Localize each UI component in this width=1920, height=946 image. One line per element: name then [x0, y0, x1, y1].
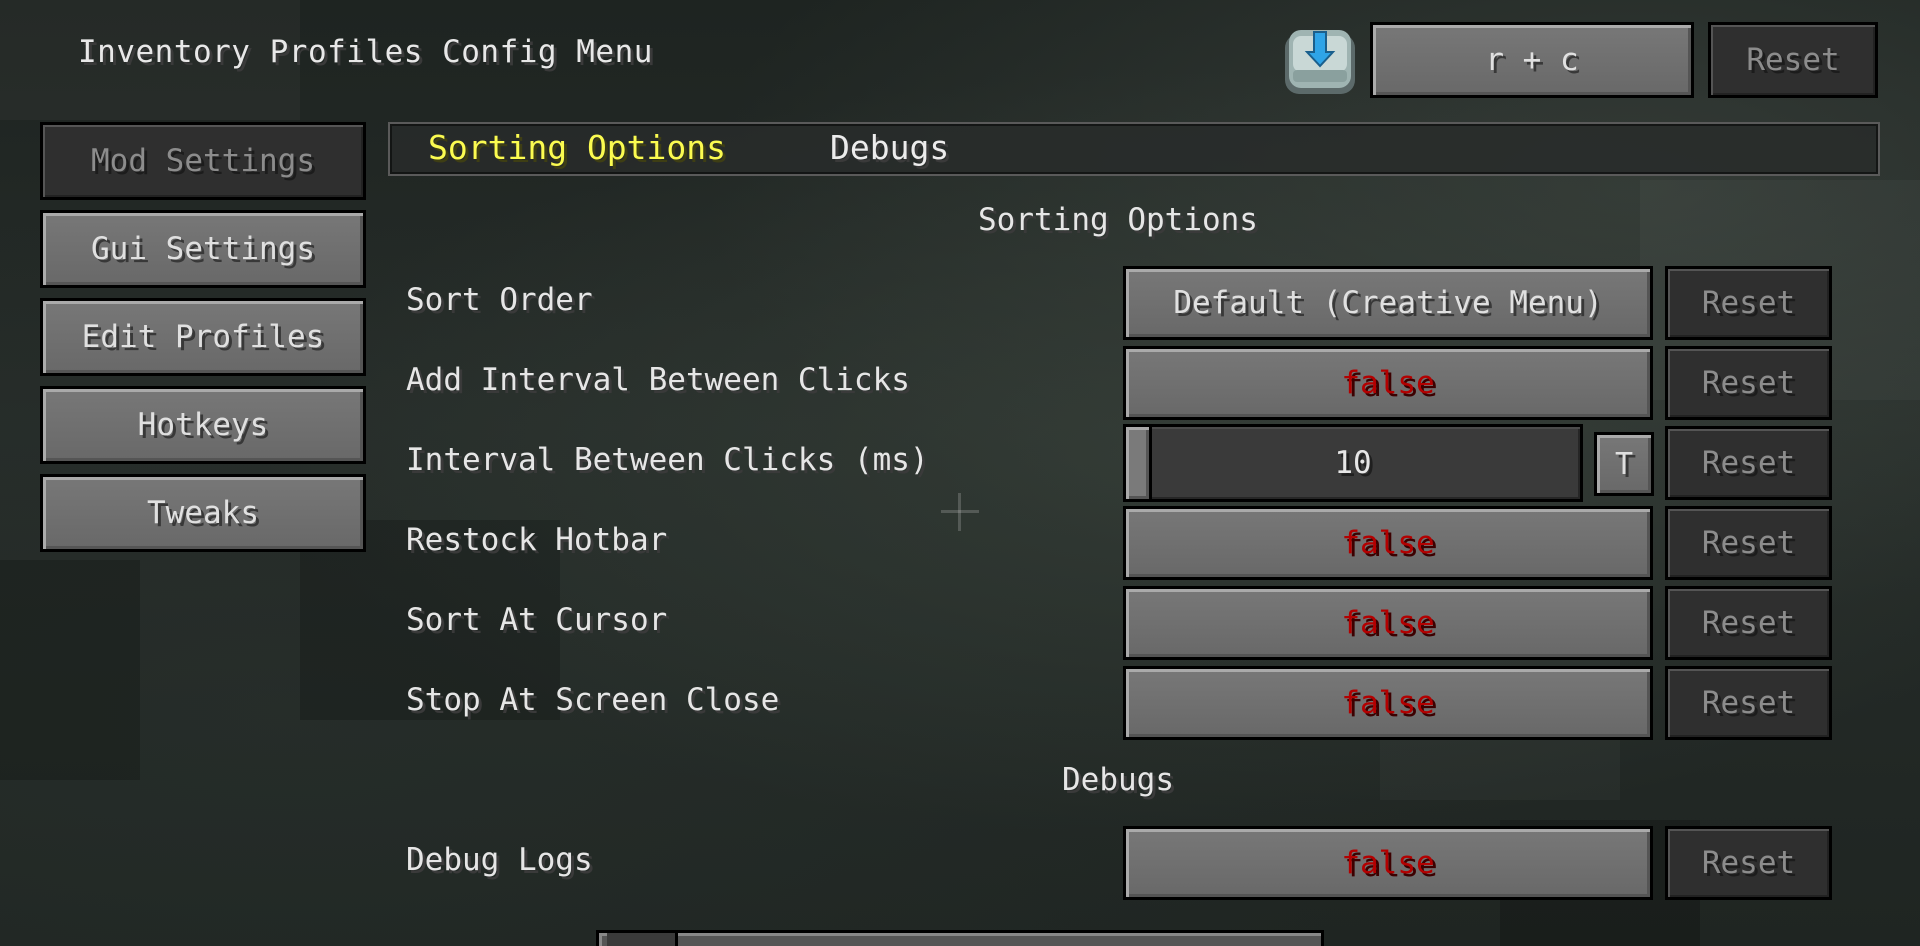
setting-label-interval-ms: Interval Between Clicks (ms) — [406, 442, 929, 478]
sort-order-value: Default (Creative Menu) — [1173, 285, 1603, 321]
keyboard-key-icon[interactable] — [1281, 24, 1359, 98]
tab-sorting-options[interactable]: Sorting Options — [428, 128, 726, 167]
setting-label-add-interval: Add Interval Between Clicks — [406, 362, 910, 398]
sort-at-cursor-toggle[interactable]: false — [1123, 586, 1653, 660]
setting-label-sort-at-cursor: Sort At Cursor — [406, 602, 668, 638]
crosshair — [958, 493, 961, 531]
debug-logs-toggle[interactable]: false — [1123, 826, 1653, 900]
interval-slider-value: 10 — [1334, 445, 1372, 481]
interval-slider[interactable]: 10 — [1123, 424, 1583, 502]
setting-label-stop-at-screen-close: Stop At Screen Close — [406, 682, 780, 718]
stop-at-screen-close-toggle[interactable]: false — [1123, 666, 1653, 740]
hotkey-reset-button: Reset — [1708, 22, 1878, 98]
sort-at-cursor-reset-button: Reset — [1665, 586, 1832, 660]
stop-at-screen-close-value: false — [1341, 685, 1435, 721]
sort-order-button[interactable]: Default (Creative Menu) — [1123, 266, 1653, 340]
sidebar-item-hotkeys[interactable]: Hotkeys — [40, 386, 366, 464]
section-header-sorting-options: Sorting Options — [978, 202, 1258, 238]
sidebar-item-edit-profiles[interactable]: Edit Profiles — [40, 298, 366, 376]
debug-logs-reset-button: Reset — [1665, 826, 1832, 900]
text-input-toggle-button[interactable]: T — [1594, 432, 1654, 496]
add-interval-value: false — [1341, 365, 1435, 401]
tab-bar: Sorting Options Debugs — [388, 122, 1880, 176]
tab-debugs[interactable]: Debugs — [830, 128, 949, 167]
restock-hotbar-value: false — [1341, 525, 1435, 561]
sort-order-reset-button: Reset — [1665, 266, 1832, 340]
add-interval-toggle[interactable]: false — [1123, 346, 1653, 420]
bottom-scrollbar[interactable] — [596, 930, 1324, 946]
stop-at-screen-close-reset-button: Reset — [1665, 666, 1832, 740]
sidebar-item-tweaks[interactable]: Tweaks — [40, 474, 366, 552]
restock-hotbar-reset-button: Reset — [1665, 506, 1832, 580]
setting-label-sort-order: Sort Order — [406, 282, 593, 318]
add-interval-reset-button: Reset — [1665, 346, 1832, 420]
page-title: Inventory Profiles Config Menu — [78, 34, 653, 70]
sort-at-cursor-value: false — [1341, 605, 1435, 641]
setting-label-restock-hotbar: Restock Hotbar — [406, 522, 668, 558]
setting-label-debug-logs: Debug Logs — [406, 842, 593, 878]
background-tile — [0, 560, 140, 780]
scrollbar-thumb[interactable] — [607, 933, 678, 946]
hotkey-button[interactable]: r + c — [1370, 22, 1694, 98]
sidebar-item-gui-settings[interactable]: Gui Settings — [40, 210, 366, 288]
debug-logs-value: false — [1341, 845, 1435, 881]
interval-ms-reset-button: Reset — [1665, 426, 1832, 500]
sidebar-item-mod-settings: Mod Settings — [40, 122, 366, 200]
section-header-debugs: Debugs — [1062, 762, 1174, 798]
restock-hotbar-toggle[interactable]: false — [1123, 506, 1653, 580]
